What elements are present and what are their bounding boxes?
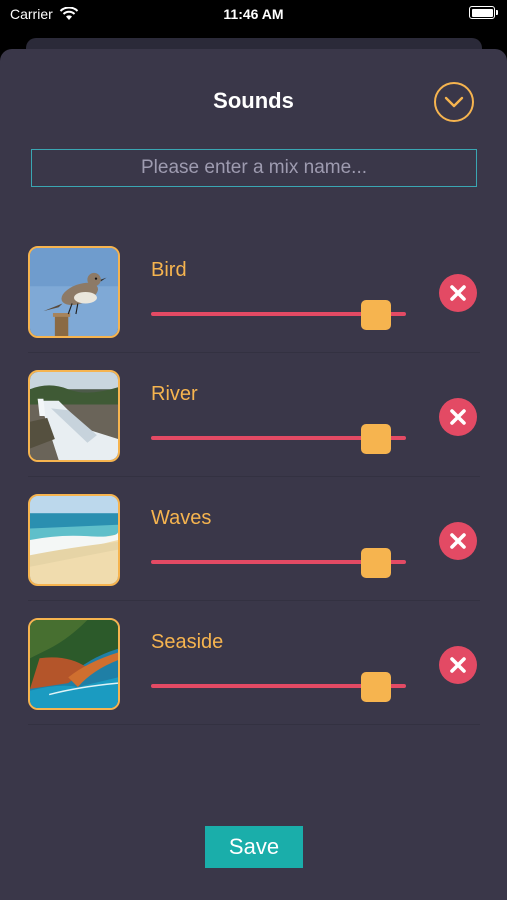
- row-divider: [28, 352, 480, 353]
- seaside-photo: [28, 618, 120, 710]
- row-divider: [28, 600, 480, 601]
- sound-row-bird: Bird: [28, 246, 480, 366]
- close-icon: [450, 409, 466, 425]
- remove-sound-button[interactable]: [439, 274, 477, 312]
- row-divider: [28, 724, 480, 725]
- mix-name-input[interactable]: [31, 149, 477, 187]
- bird-photo: [28, 246, 120, 338]
- sheet-title: Sounds: [213, 88, 294, 113]
- slider-thumb[interactable]: [360, 672, 391, 702]
- chevron-down-icon: [444, 96, 464, 108]
- save-button[interactable]: Save: [205, 826, 303, 868]
- sound-label: Seaside: [151, 631, 224, 653]
- sound-label: Waves: [151, 507, 212, 529]
- sound-row-waves: Waves: [28, 494, 480, 614]
- volume-slider[interactable]: [151, 548, 406, 578]
- sound-row-seaside: Seaside: [28, 618, 480, 738]
- sound-label: Bird: [151, 259, 187, 281]
- row-divider: [28, 476, 480, 477]
- river-photo: [28, 370, 120, 462]
- remove-sound-button[interactable]: [439, 646, 477, 684]
- slider-thumb[interactable]: [360, 424, 391, 454]
- status-time: 11:46 AM: [223, 6, 284, 22]
- remove-sound-button[interactable]: [439, 398, 477, 436]
- remove-sound-button[interactable]: [439, 522, 477, 560]
- close-icon: [450, 657, 466, 673]
- sound-row-river: River: [28, 370, 480, 490]
- close-icon: [450, 533, 466, 549]
- volume-slider[interactable]: [151, 300, 406, 330]
- slider-thumb[interactable]: [360, 548, 391, 578]
- status-bar: Carrier 11:46 AM: [0, 0, 507, 30]
- sound-label: River: [151, 383, 198, 405]
- waves-photo: [28, 494, 120, 586]
- volume-slider[interactable]: [151, 424, 406, 454]
- slider-thumb[interactable]: [360, 300, 391, 330]
- battery-icon: [469, 6, 498, 19]
- close-icon: [450, 285, 466, 301]
- volume-slider[interactable]: [151, 672, 406, 702]
- collapse-button[interactable]: [434, 82, 474, 122]
